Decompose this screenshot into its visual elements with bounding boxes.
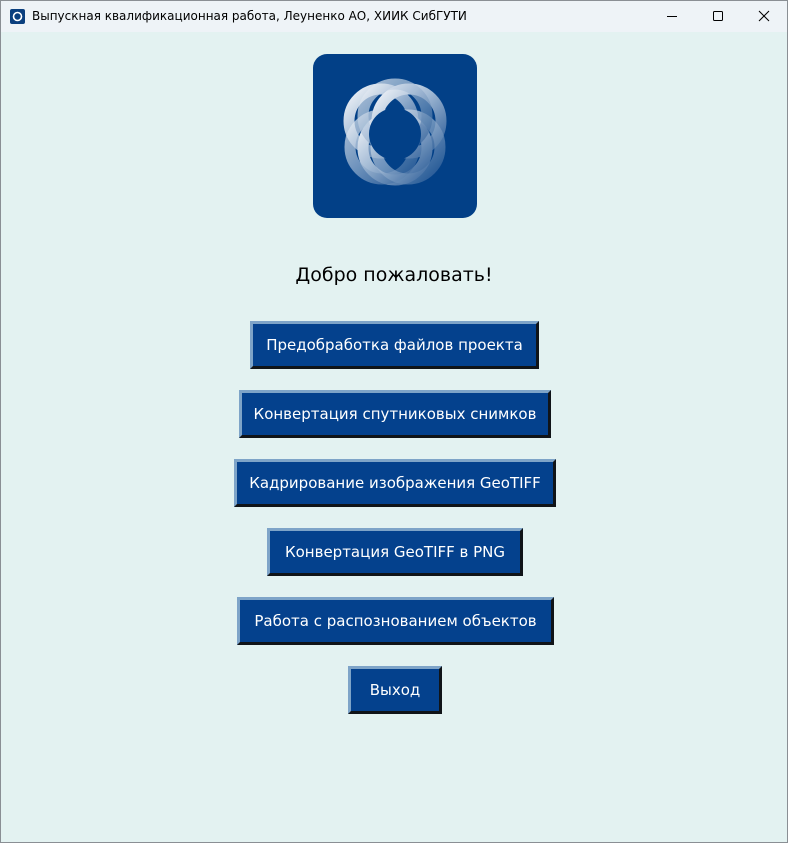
title-bar[interactable]: Выпускная квалификационная работа, Леуне… <box>1 1 787 32</box>
window-title: Выпускная квалификационная работа, Леуне… <box>32 9 467 23</box>
exit-button[interactable]: Выход <box>348 666 442 714</box>
minimize-button[interactable] <box>649 1 695 32</box>
rings-logo <box>313 54 477 218</box>
preprocess-files-button[interactable]: Предобработка файлов проекта <box>250 321 539 369</box>
maximize-button[interactable] <box>695 1 741 32</box>
maximize-icon <box>713 11 723 21</box>
minimize-icon <box>667 16 677 17</box>
welcome-heading: Добро пожаловать! <box>295 264 493 286</box>
close-button[interactable] <box>741 1 787 32</box>
crop-geotiff-button[interactable]: Кадрирование изображения GeoTIFF <box>234 459 556 507</box>
close-icon <box>758 10 770 22</box>
app-logo-icon <box>10 9 25 24</box>
geotiff-to-png-button[interactable]: Конвертация GeoTIFF в PNG <box>267 528 523 576</box>
convert-satellite-images-button[interactable]: Конвертация спутниковых снимков <box>239 390 551 438</box>
object-recognition-button[interactable]: Работа с распознованием объектов <box>237 597 554 645</box>
app-window: Выпускная квалификационная работа, Леуне… <box>0 0 788 843</box>
